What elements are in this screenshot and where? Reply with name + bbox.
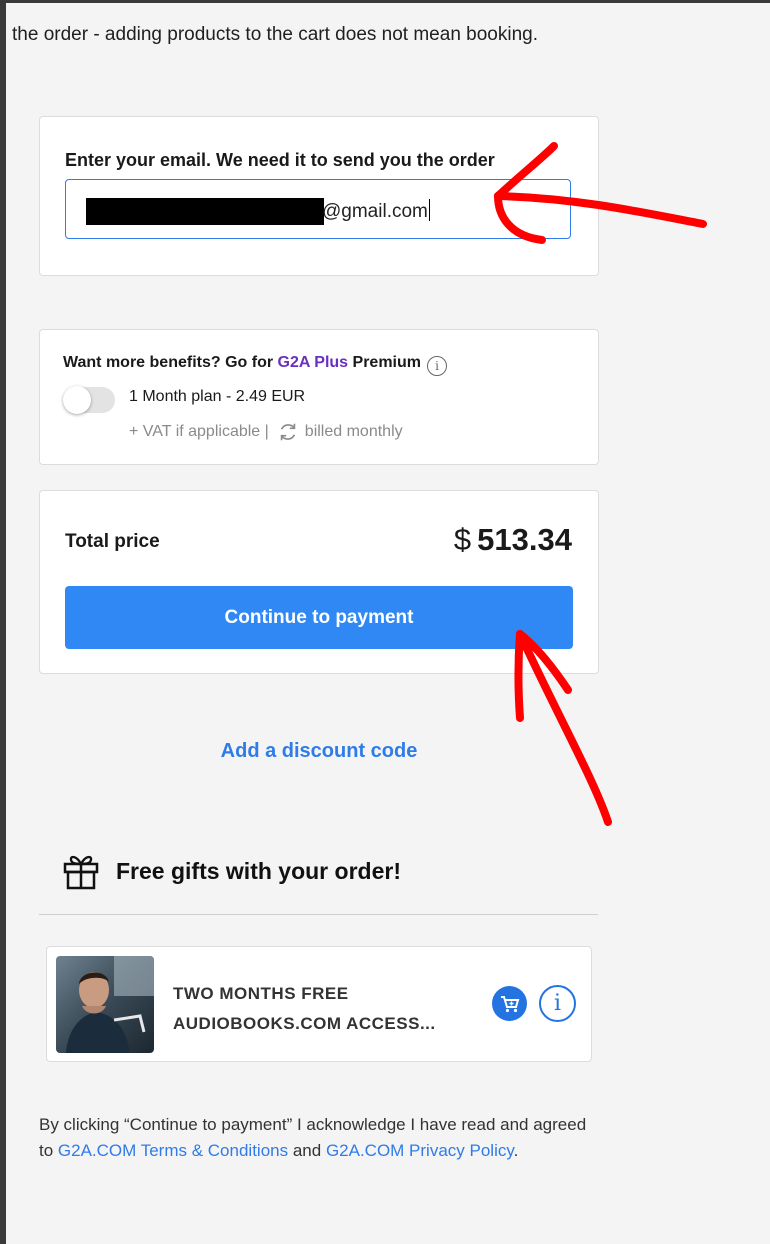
divider (39, 914, 598, 915)
privacy-policy-link[interactable]: G2A.COM Privacy Policy (326, 1141, 514, 1160)
email-input[interactable]: @gmail.com (65, 179, 571, 239)
gift-info-button[interactable]: i (539, 985, 576, 1022)
vat-text: + VAT if applicable | (129, 423, 269, 440)
vat-line: + VAT if applicable | billed monthly (129, 421, 403, 443)
legal-text: By clicking “Continue to payment” I ackn… (39, 1115, 587, 1160)
email-card: Enter your email. We need it to send you… (39, 116, 599, 276)
plus-plan-toggle[interactable] (63, 386, 115, 414)
plus-title: Want more benefits? Go for G2A Plus Prem… (63, 354, 447, 376)
gift-item-card[interactable]: TWO MONTHS FREE AUDIOBOOKS.COM ACCESS...… (46, 946, 592, 1062)
window-left-border (0, 0, 6, 1244)
redacted-email-username (86, 198, 324, 225)
gift-icon (63, 855, 99, 890)
email-input-value: @gmail.com (322, 199, 431, 223)
cart-icon (501, 996, 520, 1013)
info-icon[interactable]: i (427, 356, 447, 376)
intro-text: the order - adding products to the cart … (12, 24, 538, 45)
toggle-knob (63, 386, 91, 414)
gift-thumbnail-image (56, 956, 154, 1053)
gifts-title: Free gifts with your order! (116, 857, 401, 884)
total-card: Total price $513.34 Continue to payment (39, 490, 599, 674)
continue-to-payment-button[interactable]: Continue to payment (65, 586, 573, 649)
add-to-cart-button[interactable] (492, 986, 527, 1021)
total-amount: 513.34 (477, 522, 572, 557)
gift-item-title: TWO MONTHS FREE AUDIOBOOKS.COM ACCESS... (173, 984, 436, 1033)
currency-symbol: $ (453, 522, 472, 557)
g2a-plus-card: Want more benefits? Go for G2A Plus Prem… (39, 329, 599, 465)
total-price: $513.34 (454, 522, 572, 558)
billing-text: billed monthly (304, 423, 403, 440)
plan-label: 1 Month plan - 2.49 EUR (129, 388, 306, 405)
total-label: Total price (65, 531, 160, 552)
gifts-heading: Free gifts with your order! (62, 852, 401, 890)
add-discount-code-link[interactable]: Add a discount code (0, 740, 638, 763)
email-label: Enter your email. We need it to send you… (65, 150, 495, 170)
plus-brand: G2A Plus (277, 354, 349, 371)
text-caret (428, 199, 431, 221)
terms-link[interactable]: G2A.COM Terms & Conditions (58, 1141, 288, 1160)
window-top-border (0, 0, 770, 3)
refresh-icon (280, 423, 296, 441)
